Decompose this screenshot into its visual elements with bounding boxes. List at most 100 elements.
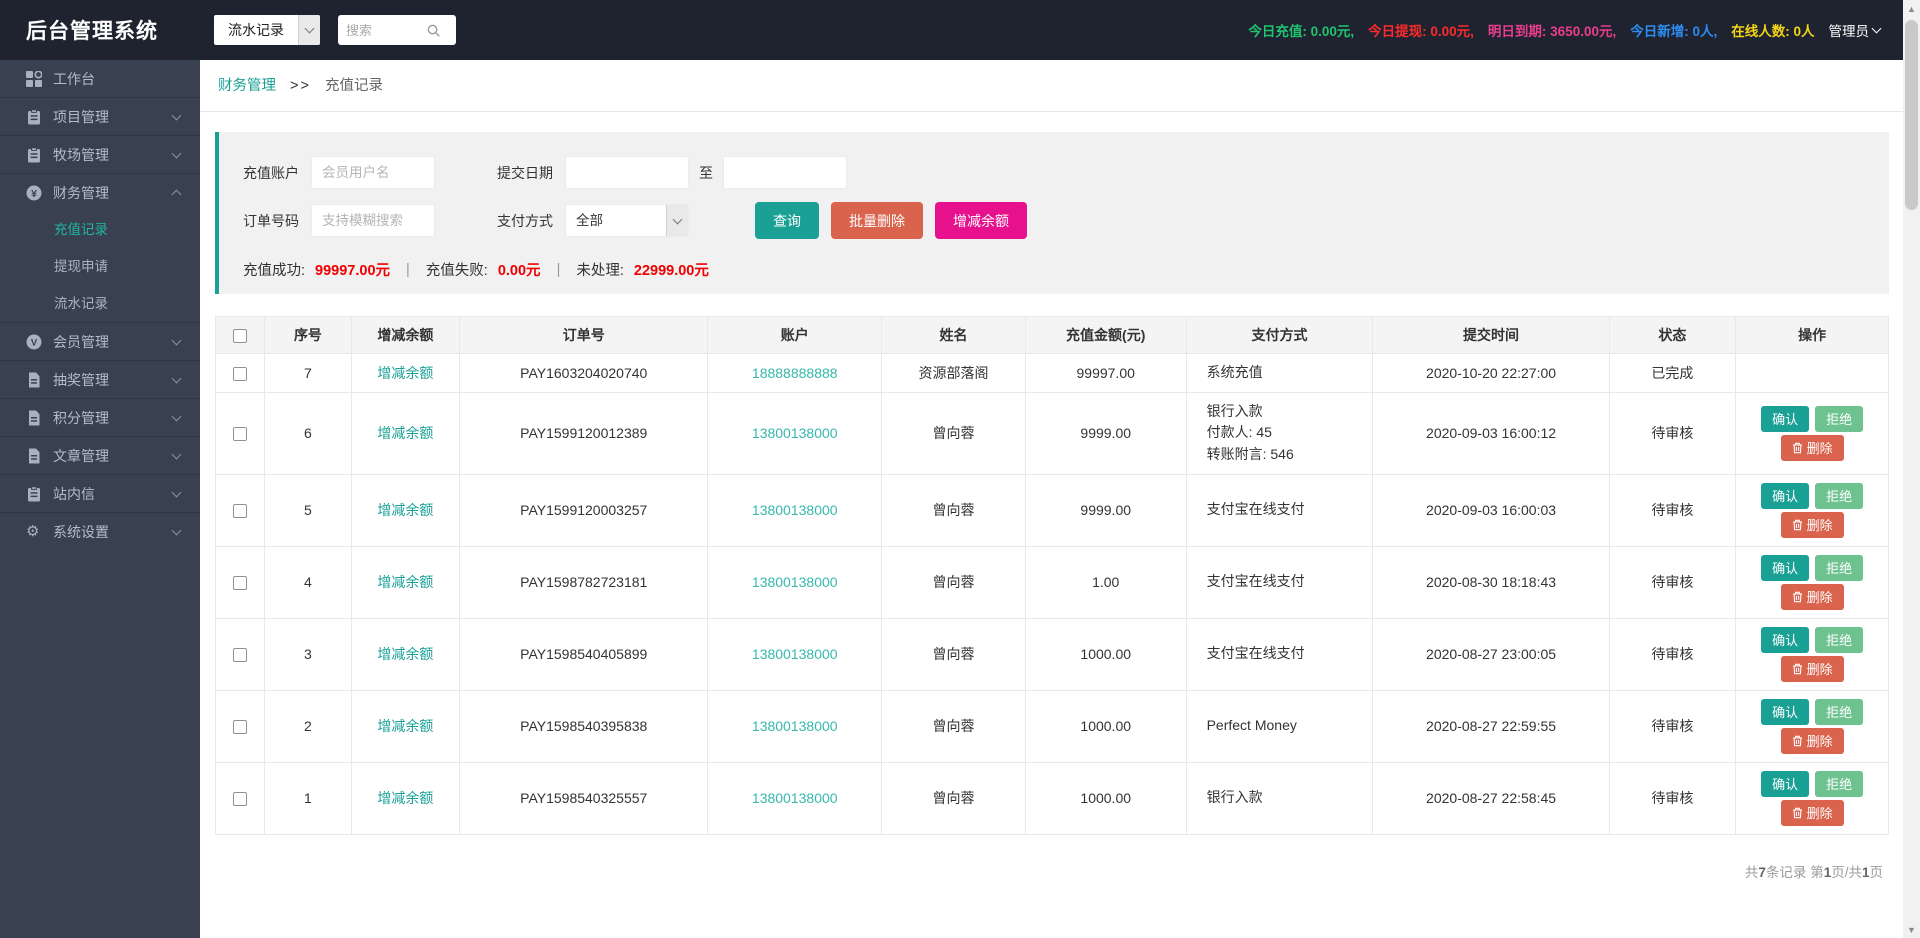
sidebar-subitem-recharge-records[interactable]: 充值记录 bbox=[0, 211, 200, 248]
sidebar-item-member-row[interactable]: V 会员管理 bbox=[0, 323, 200, 360]
confirm-button[interactable]: 确认 bbox=[1761, 626, 1810, 653]
summary-separator: | bbox=[556, 261, 561, 278]
chevron-down-icon bbox=[1871, 23, 1882, 34]
chevron-down-icon bbox=[171, 525, 182, 535]
reject-button[interactable]: 拒绝 bbox=[1815, 626, 1864, 653]
delete-button[interactable]: 删除 bbox=[1780, 655, 1844, 682]
pay-method-select[interactable]: 全部 bbox=[565, 204, 689, 237]
adjust-balance-link[interactable]: 增减余额 bbox=[377, 790, 433, 806]
account-link[interactable]: 18888888888 bbox=[752, 365, 838, 381]
summary-separator: | bbox=[406, 261, 410, 278]
search-icon[interactable] bbox=[426, 23, 441, 38]
adjust-balance-link[interactable]: 增减余额 bbox=[377, 502, 433, 518]
clipboard-icon bbox=[26, 146, 42, 163]
sidebar-subitem-withdraw-apply[interactable]: 提现申请 bbox=[0, 248, 200, 285]
delete-button[interactable]: 删除 bbox=[1780, 583, 1844, 610]
adjust-balance-link[interactable]: 增减余额 bbox=[377, 425, 433, 441]
breadcrumb-parent[interactable]: 财务管理 bbox=[218, 78, 276, 94]
delete-button[interactable]: 删除 bbox=[1780, 799, 1844, 826]
pay-method-line: 支付宝在线支付 bbox=[1206, 645, 1305, 662]
module-select[interactable]: 流水记录 bbox=[214, 15, 320, 45]
name-cell: 曾向蓉 bbox=[881, 689, 1026, 763]
order-no-input[interactable] bbox=[311, 204, 435, 237]
sidebar-item-system-settings-row[interactable]: ⚙ 系统设置 bbox=[0, 513, 200, 550]
row-checkbox[interactable] bbox=[233, 366, 248, 381]
scroll-down-arrow[interactable]: ▼ bbox=[1903, 921, 1920, 938]
sidebar-submenu-finance: 充值记录 提现申请 流水记录 bbox=[0, 211, 200, 322]
sidebar-item-project-row[interactable]: 项目管理 bbox=[0, 98, 200, 135]
confirm-button[interactable]: 确认 bbox=[1761, 698, 1810, 725]
sidebar-item-label: 系统设置 bbox=[53, 523, 109, 540]
sidebar-item-project: 项目管理 bbox=[0, 97, 200, 135]
status-cell: 待审核 bbox=[1608, 689, 1737, 763]
action-line-2: 删除 bbox=[1742, 583, 1882, 610]
vertical-scrollbar[interactable]: ▲ ▼ bbox=[1903, 0, 1920, 938]
column-header: 姓名 bbox=[881, 316, 1026, 354]
sidebar-item-pasture-row[interactable]: 牧场管理 bbox=[0, 136, 200, 173]
gear-icon: ⚙ bbox=[26, 522, 40, 540]
row-checkbox[interactable] bbox=[233, 792, 248, 807]
select-all-checkbox[interactable] bbox=[233, 329, 248, 344]
seq-cell: 4 bbox=[264, 545, 352, 619]
chevron-up-icon bbox=[171, 189, 182, 199]
sidebar-item-article-row[interactable]: 文章管理 bbox=[0, 437, 200, 474]
sidebar-item-site-message-row[interactable]: 站内信 bbox=[0, 475, 200, 512]
confirm-button[interactable]: 确认 bbox=[1761, 405, 1810, 432]
query-button[interactable]: 查询 bbox=[755, 202, 819, 239]
batch-delete-button[interactable]: 批量删除 bbox=[831, 202, 923, 239]
row-checkbox[interactable] bbox=[233, 427, 248, 442]
confirm-button[interactable]: 确认 bbox=[1761, 554, 1810, 581]
adjust-balance-link[interactable]: 增减余额 bbox=[377, 365, 433, 381]
select-all-header bbox=[214, 316, 266, 354]
account-link[interactable]: 13800138000 bbox=[752, 790, 838, 806]
sidebar-item-points-row[interactable]: 积分管理 bbox=[0, 399, 200, 436]
account-link[interactable]: 13800138000 bbox=[752, 502, 838, 518]
pay-method-cell: 银行入款 bbox=[1185, 761, 1374, 835]
action-line-2: 删除 bbox=[1742, 799, 1882, 826]
seq-cell: 6 bbox=[264, 391, 352, 475]
confirm-button[interactable]: 确认 bbox=[1761, 482, 1810, 509]
pay-method-caret[interactable] bbox=[666, 205, 688, 236]
recharge-account-input[interactable] bbox=[311, 156, 435, 189]
reject-button[interactable]: 拒绝 bbox=[1815, 698, 1864, 725]
row-checkbox[interactable] bbox=[233, 576, 248, 591]
reject-button[interactable]: 拒绝 bbox=[1815, 770, 1864, 797]
delete-button[interactable]: 删除 bbox=[1780, 511, 1844, 538]
scroll-up-arrow[interactable]: ▲ bbox=[1903, 0, 1920, 17]
order-no-label: 订单号码 bbox=[243, 212, 299, 229]
row-checkbox[interactable] bbox=[233, 720, 248, 735]
status-cell: 已完成 bbox=[1608, 353, 1737, 393]
trash-icon bbox=[1792, 735, 1803, 747]
account-link[interactable]: 13800138000 bbox=[752, 425, 838, 441]
table-row: 1 增减余额 PAY1598540325557 13800138000 曾向蓉 … bbox=[214, 761, 1889, 835]
confirm-button[interactable]: 确认 bbox=[1761, 770, 1810, 797]
sidebar-subitem-flow-records[interactable]: 流水记录 bbox=[0, 285, 200, 322]
delete-button[interactable]: 删除 bbox=[1780, 727, 1844, 754]
admin-menu[interactable]: 管理员 bbox=[1829, 20, 1882, 40]
row-checkbox[interactable] bbox=[233, 648, 248, 663]
adjust-balance-link[interactable]: 增减余额 bbox=[377, 718, 433, 734]
summary-label: 充值成功: bbox=[243, 263, 306, 279]
module-select-caret[interactable] bbox=[298, 15, 320, 45]
chevron-down-icon bbox=[304, 23, 315, 34]
row-checkbox[interactable] bbox=[233, 504, 248, 519]
adjust-balance-link[interactable]: 增减余额 bbox=[377, 574, 433, 590]
account-link[interactable]: 13800138000 bbox=[752, 574, 838, 590]
sidebar-item-workbench-row[interactable]: 工作台 bbox=[0, 60, 200, 97]
search-input[interactable] bbox=[346, 22, 426, 38]
reject-button[interactable]: 拒绝 bbox=[1815, 482, 1864, 509]
adjust-balance-link[interactable]: 增减余额 bbox=[377, 646, 433, 662]
delete-button[interactable]: 删除 bbox=[1780, 434, 1844, 461]
reject-button[interactable]: 拒绝 bbox=[1815, 405, 1864, 432]
scrollbar-thumb[interactable] bbox=[1905, 20, 1918, 210]
sidebar-item-finance-row[interactable]: ¥ 财务管理 bbox=[0, 174, 200, 211]
account-link[interactable]: 13800138000 bbox=[752, 718, 838, 734]
date-to-input[interactable] bbox=[723, 156, 847, 189]
reject-button[interactable]: 拒绝 bbox=[1815, 554, 1864, 581]
date-from-input[interactable] bbox=[565, 156, 689, 189]
account-link[interactable]: 13800138000 bbox=[752, 646, 838, 662]
chevron-down-icon bbox=[171, 373, 182, 383]
amount-cell: 1000.00 bbox=[1024, 761, 1187, 835]
sidebar-item-lottery-row[interactable]: 抽奖管理 bbox=[0, 361, 200, 398]
adjust-balance-button[interactable]: 增减余额 bbox=[935, 202, 1027, 239]
